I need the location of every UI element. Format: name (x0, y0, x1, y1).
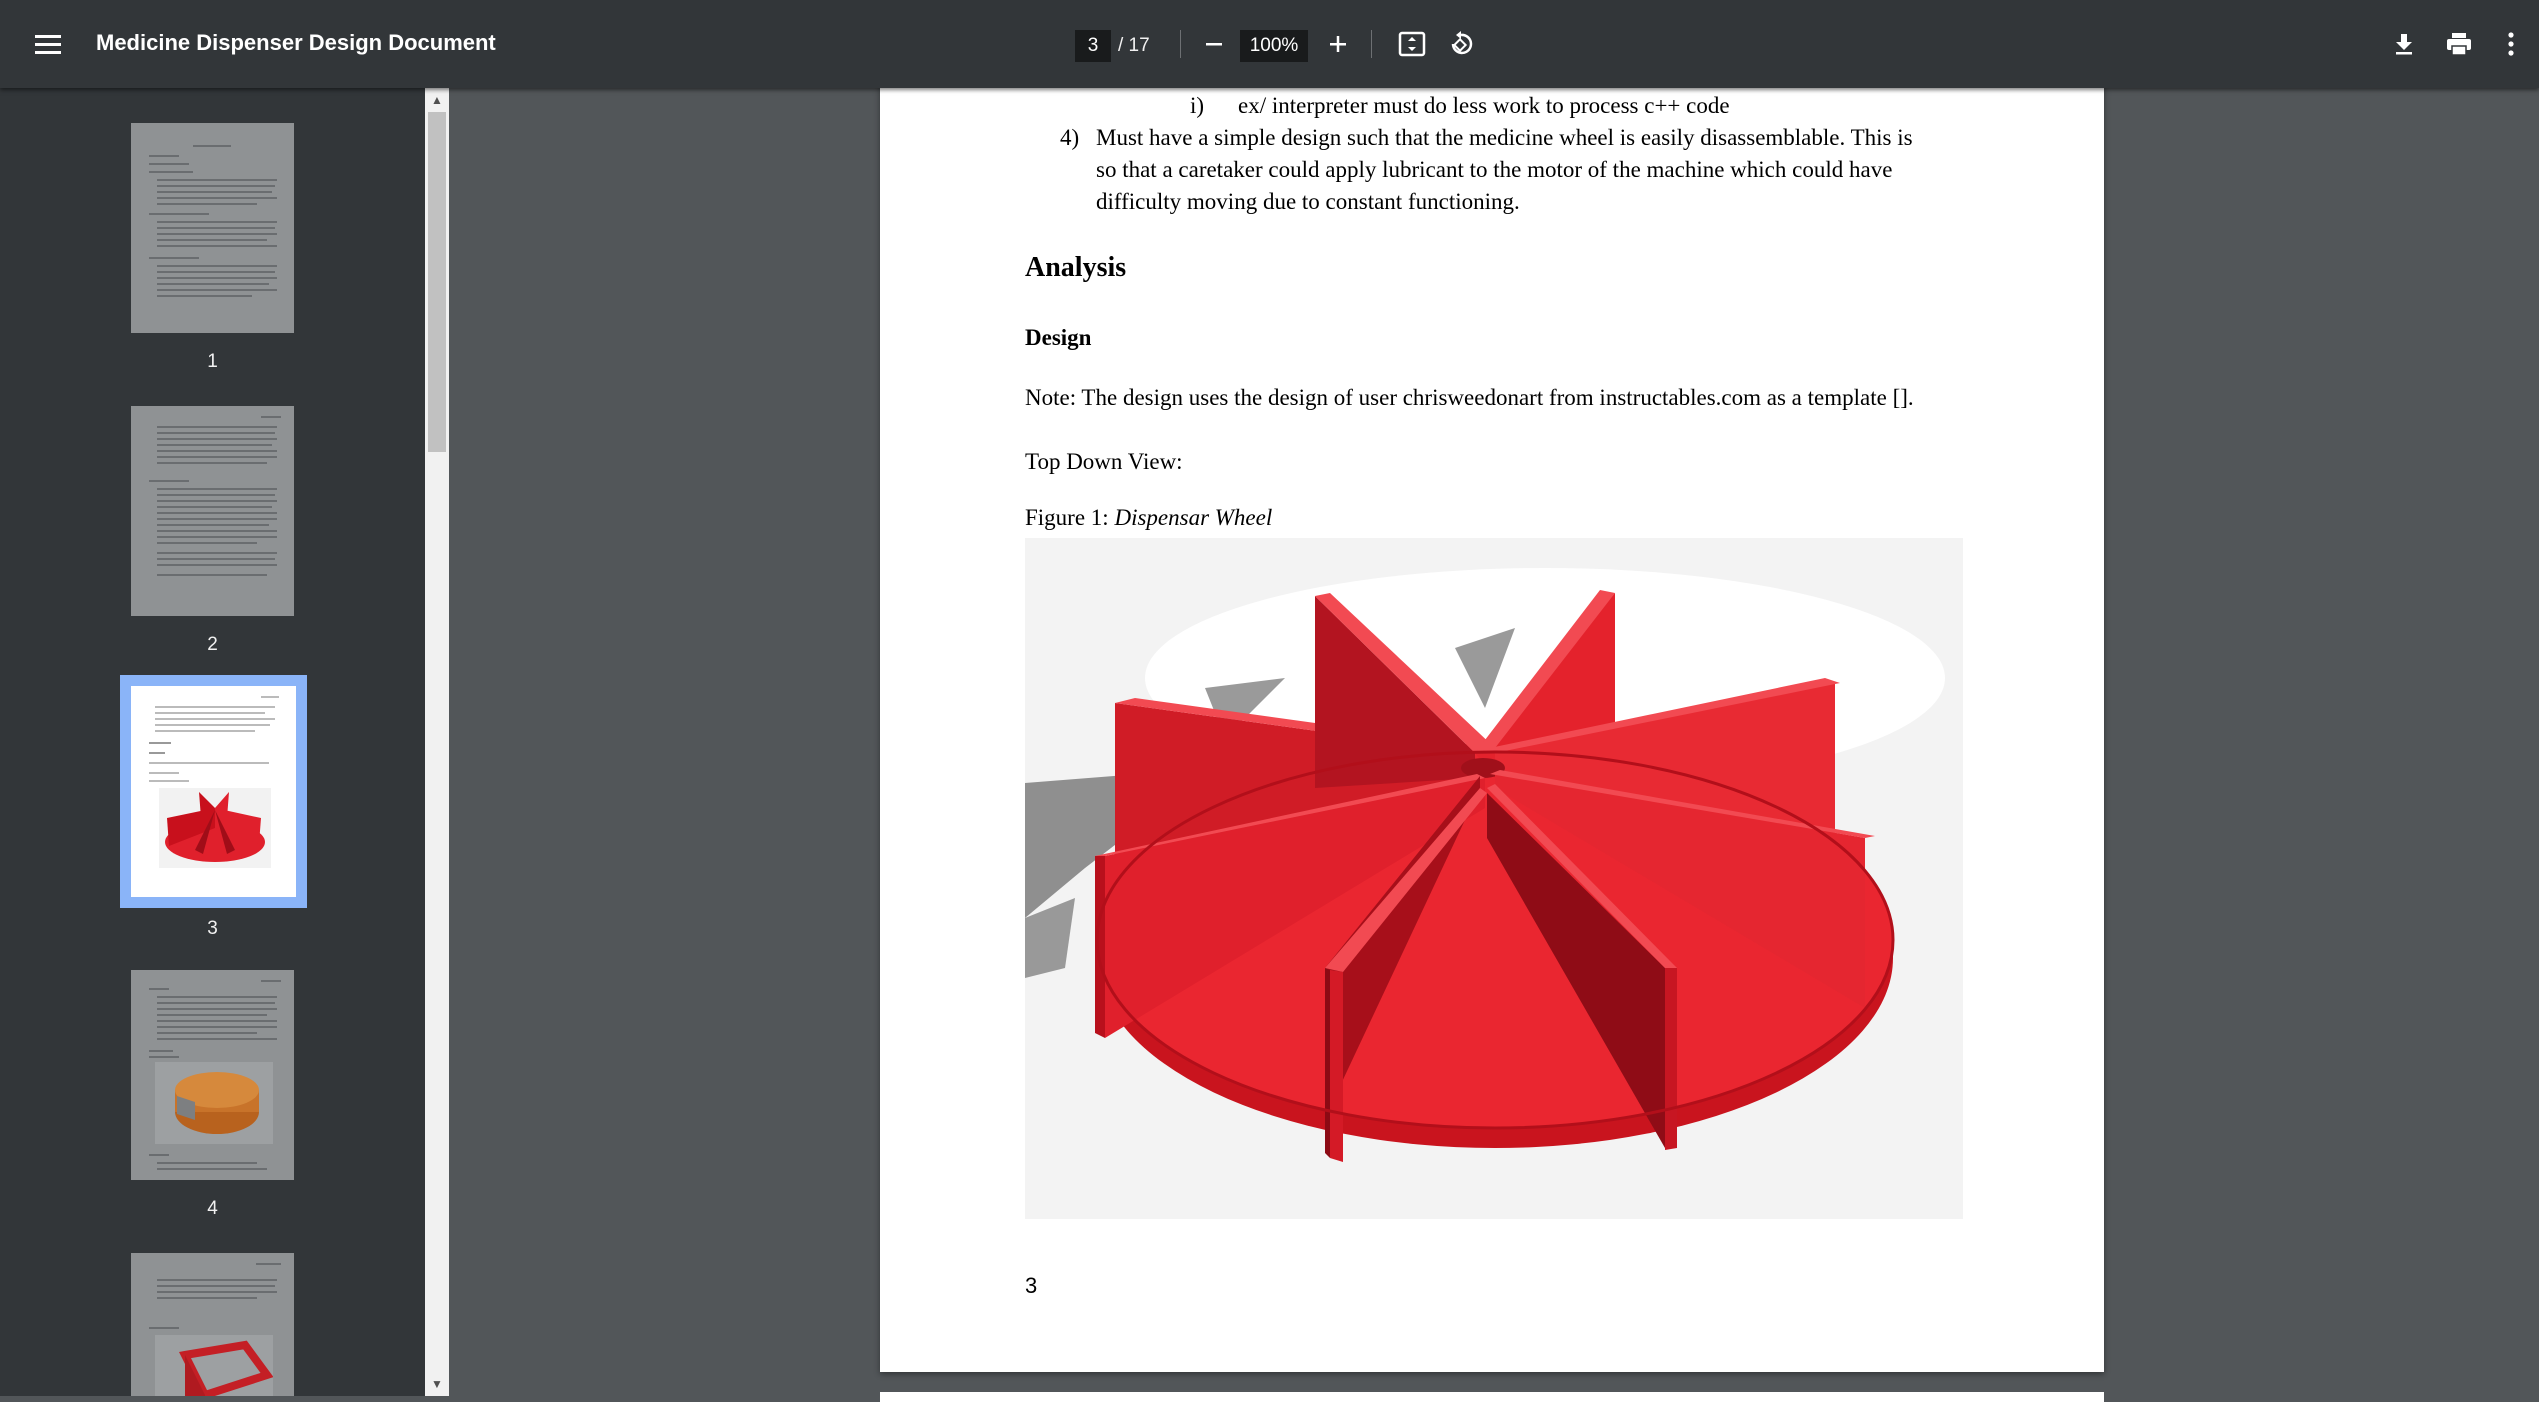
page-thumbnail-5[interactable] (131, 1253, 294, 1396)
page-number-footer: 3 (1025, 1273, 1038, 1298)
page-thumbnail-4[interactable] (131, 970, 294, 1180)
page-thumbnail-3-selected[interactable] (120, 675, 307, 908)
download-icon[interactable] (2384, 26, 2424, 62)
thumbnail-number: 4 (207, 1198, 218, 1219)
page-total: / 17 (1118, 35, 1150, 56)
dispenser-wheel-figure (1025, 538, 1963, 1219)
document-title: Medicine Dispenser Design Document (96, 30, 496, 55)
subsection-heading: Design (1025, 325, 1092, 350)
fit-page-icon[interactable] (1394, 26, 1430, 62)
thumbnail-sidebar: 1 2 3 4 (0, 88, 425, 1396)
thumbnail-number: 3 (207, 918, 218, 939)
page-number-input[interactable]: 3 (1075, 30, 1111, 62)
rotate-icon[interactable] (1443, 26, 1479, 62)
page-thumbnail-2[interactable] (131, 406, 294, 616)
page-thumbnail-1[interactable] (131, 123, 294, 333)
list-item-text: difficulty moving due to constant functi… (1096, 189, 1520, 214)
pdf-toolbar: Medicine Dispenser Design Document 3 / 1… (0, 0, 2539, 88)
scroll-down-arrow-icon[interactable]: ▼ (429, 1378, 445, 1390)
view-label: Top Down View: (1025, 449, 1183, 474)
figure-caption: Figure 1: Dispensar Wheel (1025, 505, 1273, 530)
pdf-page-3: i) ex/ interpreter must do less work to … (880, 60, 2104, 1372)
toolbar-divider (1371, 30, 1372, 58)
more-vert-icon[interactable] (2496, 26, 2526, 62)
zoom-in-icon[interactable] (1320, 26, 1356, 62)
design-note: Note: The design uses the design of user… (1025, 385, 1914, 410)
hamburger-menu-icon[interactable] (28, 24, 68, 64)
thumbnail-number: 2 (207, 634, 218, 655)
zoom-out-icon[interactable] (1196, 26, 1232, 62)
list-item-text: ex/ interpreter must do less work to pro… (1238, 93, 1730, 118)
list-marker: 4) (1060, 125, 1080, 150)
print-icon[interactable] (2439, 26, 2479, 62)
scroll-up-arrow-icon[interactable]: ▲ (429, 94, 445, 106)
list-item-text: so that a caretaker could apply lubrican… (1096, 157, 1893, 182)
section-heading: Analysis (1025, 252, 1127, 283)
zoom-level-input[interactable]: 100% (1240, 30, 1308, 62)
sidebar-scrollbar-thumb[interactable] (428, 112, 446, 452)
thumbnail-number: 1 (207, 351, 218, 372)
pdf-page-4-edge (880, 1392, 2104, 1402)
list-item-text: Must have a simple design such that the … (1096, 125, 1913, 150)
list-marker: i) (1190, 93, 1205, 118)
toolbar-divider (1180, 30, 1181, 58)
